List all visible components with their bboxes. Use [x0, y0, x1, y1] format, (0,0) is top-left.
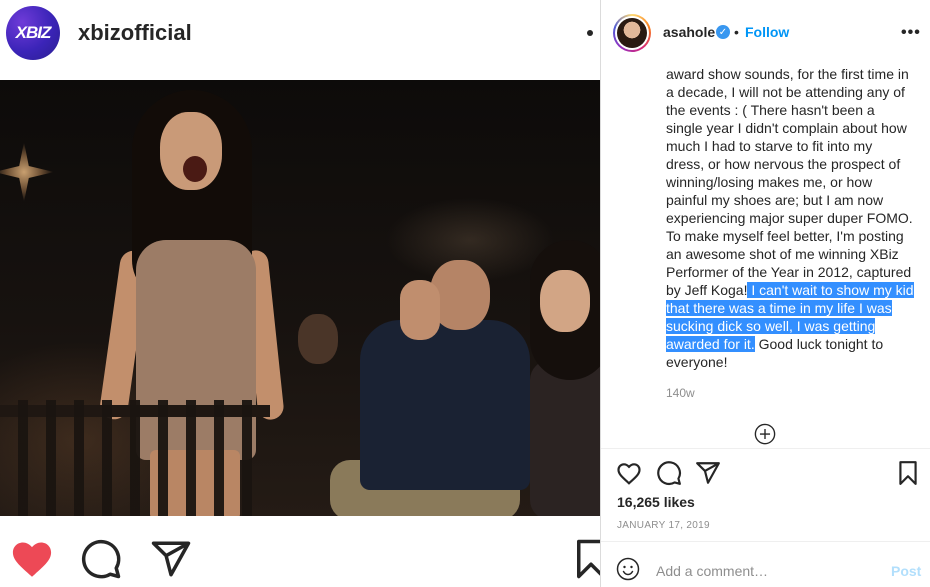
star-lamp: [0, 142, 54, 202]
load-more-comments-icon[interactable]: [754, 423, 776, 445]
username[interactable]: asahole: [663, 24, 715, 40]
follow-button[interactable]: Follow: [745, 24, 789, 40]
post-comment-button[interactable]: Post: [891, 563, 921, 579]
like-heart-icon[interactable]: [616, 460, 642, 486]
separator-dot: •: [734, 24, 739, 40]
post-detail-panel: asahole ✓ • Follow ••• award show sounds…: [600, 0, 930, 587]
share-icon[interactable]: [695, 460, 721, 486]
comment-icon[interactable]: [656, 460, 682, 486]
like-count[interactable]: 16,265 likes: [617, 494, 695, 510]
feed-post-username[interactable]: xbizofficial: [78, 20, 192, 46]
post-date: JANUARY 17, 2019: [617, 520, 710, 531]
add-comment-input[interactable]: [656, 560, 876, 582]
more-options-icon[interactable]: •••: [901, 24, 921, 42]
post-detail-header: asahole ✓ • Follow •••: [601, 0, 930, 64]
divider: [601, 541, 930, 542]
xbiz-avatar[interactable]: XBIZ: [6, 6, 60, 60]
woman-clapping: [520, 240, 600, 516]
avatar-image: [617, 18, 647, 48]
save-bookmark-icon[interactable]: [897, 460, 919, 486]
heart-filled-icon[interactable]: [10, 538, 54, 578]
post-caption: award show sounds, for the first time in…: [666, 65, 914, 405]
caption-text: award show sounds, for the first time in…: [666, 66, 913, 298]
comment-icon[interactable]: [80, 538, 122, 580]
emoji-icon[interactable]: [616, 557, 640, 581]
avatar[interactable]: [613, 14, 651, 52]
post-photo[interactable]: [0, 80, 600, 516]
xbiz-logo-text: XBIZ: [15, 23, 52, 42]
divider: [601, 448, 930, 449]
feed-post-header: XBIZ xbizofficial: [0, 0, 600, 80]
chair-rails: [0, 400, 270, 516]
man-with-camera: [330, 260, 530, 516]
verified-badge-icon: ✓: [716, 25, 730, 39]
share-icon[interactable]: [149, 538, 193, 580]
feed-post: XBIZ xbizofficial: [0, 0, 605, 587]
caption-timestamp: 140w: [666, 386, 695, 400]
feed-post-more-icon[interactable]: [587, 30, 593, 36]
